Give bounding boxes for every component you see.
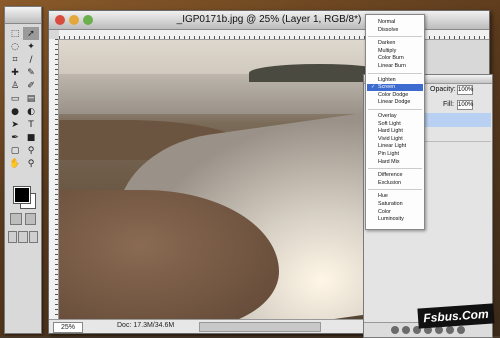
blend-mode-item-vivid-light[interactable]: Vivid Light bbox=[378, 136, 403, 143]
blur-tool-icon[interactable]: ● bbox=[7, 105, 23, 118]
blend-mode-item-color-dodge[interactable]: Color Dodge bbox=[378, 92, 408, 99]
blend-mode-item-hue[interactable]: Hue bbox=[378, 193, 388, 200]
blend-mode-item-saturation[interactable]: Saturation bbox=[378, 201, 403, 208]
blend-mode-item-screen[interactable]: Screen ✓ bbox=[367, 84, 423, 92]
slice-tool-icon[interactable]: ∕ bbox=[23, 53, 39, 66]
blend-mode-item-overlay[interactable]: Overlay bbox=[378, 113, 397, 120]
blend-mode-item-hard-light[interactable]: Hard Light bbox=[378, 128, 403, 135]
menu-separator bbox=[368, 189, 422, 191]
fill-field[interactable]: 100% bbox=[457, 100, 473, 110]
document-size-info[interactable]: Doc: 17.3M/34.6M bbox=[117, 322, 174, 329]
tools-grid: ⬚ ➚ ◌ ✦ ⌗ ∕ ✚ ✎ ♙ ✐ ▭ ▤ ● ◐ ➤ T ✒ ■ ▢ ⚲ … bbox=[7, 27, 39, 170]
blend-mode-item-linear-dodge[interactable]: Linear Dodge bbox=[378, 99, 410, 106]
blend-mode-item-multiply[interactable]: Multiply bbox=[378, 48, 396, 55]
type-tool-icon[interactable]: T bbox=[23, 118, 39, 131]
menu-separator bbox=[368, 72, 422, 74]
opacity-label: Opacity: bbox=[430, 86, 456, 93]
checkmark-icon: ✓ bbox=[371, 84, 376, 91]
tools-palette-header[interactable] bbox=[5, 7, 41, 24]
blend-mode-item-normal[interactable]: Normal bbox=[378, 19, 395, 26]
new-layer-icon[interactable] bbox=[446, 326, 454, 334]
link-layers-icon[interactable] bbox=[391, 326, 399, 334]
blend-mode-item-dissolve[interactable]: Dissolve bbox=[378, 27, 398, 34]
menu-separator bbox=[368, 109, 422, 110]
layer-style-icon[interactable] bbox=[402, 326, 410, 334]
blend-mode-item-lighten[interactable]: Lighten bbox=[378, 77, 396, 84]
zoom-tool-icon[interactable]: ⚲ bbox=[23, 157, 39, 170]
dodge-tool-icon[interactable]: ◐ bbox=[23, 105, 39, 118]
quick-mask-modes bbox=[10, 213, 36, 225]
blend-mode-item-darken[interactable]: Darken bbox=[378, 40, 395, 47]
notes-tool-icon[interactable]: ▢ bbox=[7, 144, 23, 157]
blend-mode-item-color-burn[interactable]: Color Burn bbox=[378, 55, 404, 62]
history-brush-tool-icon[interactable]: ✐ bbox=[23, 79, 39, 92]
quick-mask-mode-button[interactable] bbox=[24, 213, 36, 225]
path-select-tool-icon[interactable]: ➤ bbox=[7, 118, 23, 131]
full-screen-button[interactable] bbox=[28, 231, 38, 243]
magic-wand-tool-icon[interactable]: ✦ bbox=[23, 40, 39, 53]
image-canvas[interactable] bbox=[59, 40, 365, 319]
crop-tool-icon[interactable]: ⌗ bbox=[7, 53, 23, 66]
fill-label: Fill: bbox=[443, 101, 454, 108]
blend-mode-item-difference[interactable]: Difference bbox=[378, 172, 402, 179]
zoom-level-field[interactable]: 25% bbox=[53, 322, 83, 333]
blend-mode-item-soft-light[interactable]: Soft Light bbox=[378, 121, 401, 128]
distant-headland bbox=[249, 64, 365, 82]
blend-mode-item-linear-light[interactable]: Linear Light bbox=[378, 143, 406, 150]
hand-tool-icon[interactable]: ✋ bbox=[7, 157, 23, 170]
standard-mode-button[interactable] bbox=[10, 213, 22, 225]
opacity-field[interactable]: 100% bbox=[457, 85, 473, 95]
menu-separator bbox=[368, 36, 422, 38]
blend-mode-menu: Normal Dissolve Darken Multiply Color Burn Li… bbox=[365, 14, 425, 230]
clone-stamp-tool-icon[interactable]: ♙ bbox=[7, 79, 23, 92]
marquee-tool-icon[interactable]: ⬚ bbox=[7, 27, 23, 40]
tools-palette: ⬚ ➚ ◌ ✦ ⌗ ∕ ✚ ✎ ♙ ✐ ▭ ▤ ● ◐ ➤ T ✒ ■ ▢ ⚲ … bbox=[4, 6, 42, 334]
blend-mode-item-hard-mix[interactable]: Hard Mix bbox=[378, 159, 400, 166]
foreground-color-swatch[interactable] bbox=[13, 186, 31, 204]
blend-mode-item-exclusion[interactable]: Exclusion bbox=[378, 180, 401, 187]
standard-screen-button[interactable] bbox=[8, 231, 18, 243]
trash-icon[interactable] bbox=[457, 326, 465, 334]
healing-brush-tool-icon[interactable]: ✚ bbox=[7, 66, 23, 79]
shape-tool-icon[interactable]: ■ bbox=[23, 131, 39, 144]
blend-mode-item-linear-burn[interactable]: Linear Burn bbox=[378, 63, 406, 70]
full-screen-menu-button[interactable] bbox=[18, 231, 28, 243]
move-tool-icon[interactable]: ➚ bbox=[23, 27, 39, 40]
blend-mode-item-color[interactable]: Color bbox=[378, 209, 391, 216]
brush-tool-icon[interactable]: ✎ bbox=[23, 66, 39, 79]
blend-mode-item-luminosity[interactable]: Luminosity bbox=[378, 216, 404, 223]
lasso-tool-icon[interactable]: ◌ bbox=[7, 40, 23, 53]
blend-mode-item-pin-light[interactable]: Pin Light bbox=[378, 151, 399, 158]
vertical-ruler[interactable] bbox=[49, 39, 59, 319]
screen-modes bbox=[8, 231, 38, 243]
menu-separator bbox=[368, 168, 422, 170]
horizontal-scrollbar[interactable] bbox=[199, 322, 321, 332]
eyedropper-tool-icon[interactable]: ⚲ bbox=[23, 144, 39, 157]
eraser-tool-icon[interactable]: ▭ bbox=[7, 92, 23, 105]
gradient-tool-icon[interactable]: ▤ bbox=[23, 92, 39, 105]
pen-tool-icon[interactable]: ✒ bbox=[7, 131, 23, 144]
